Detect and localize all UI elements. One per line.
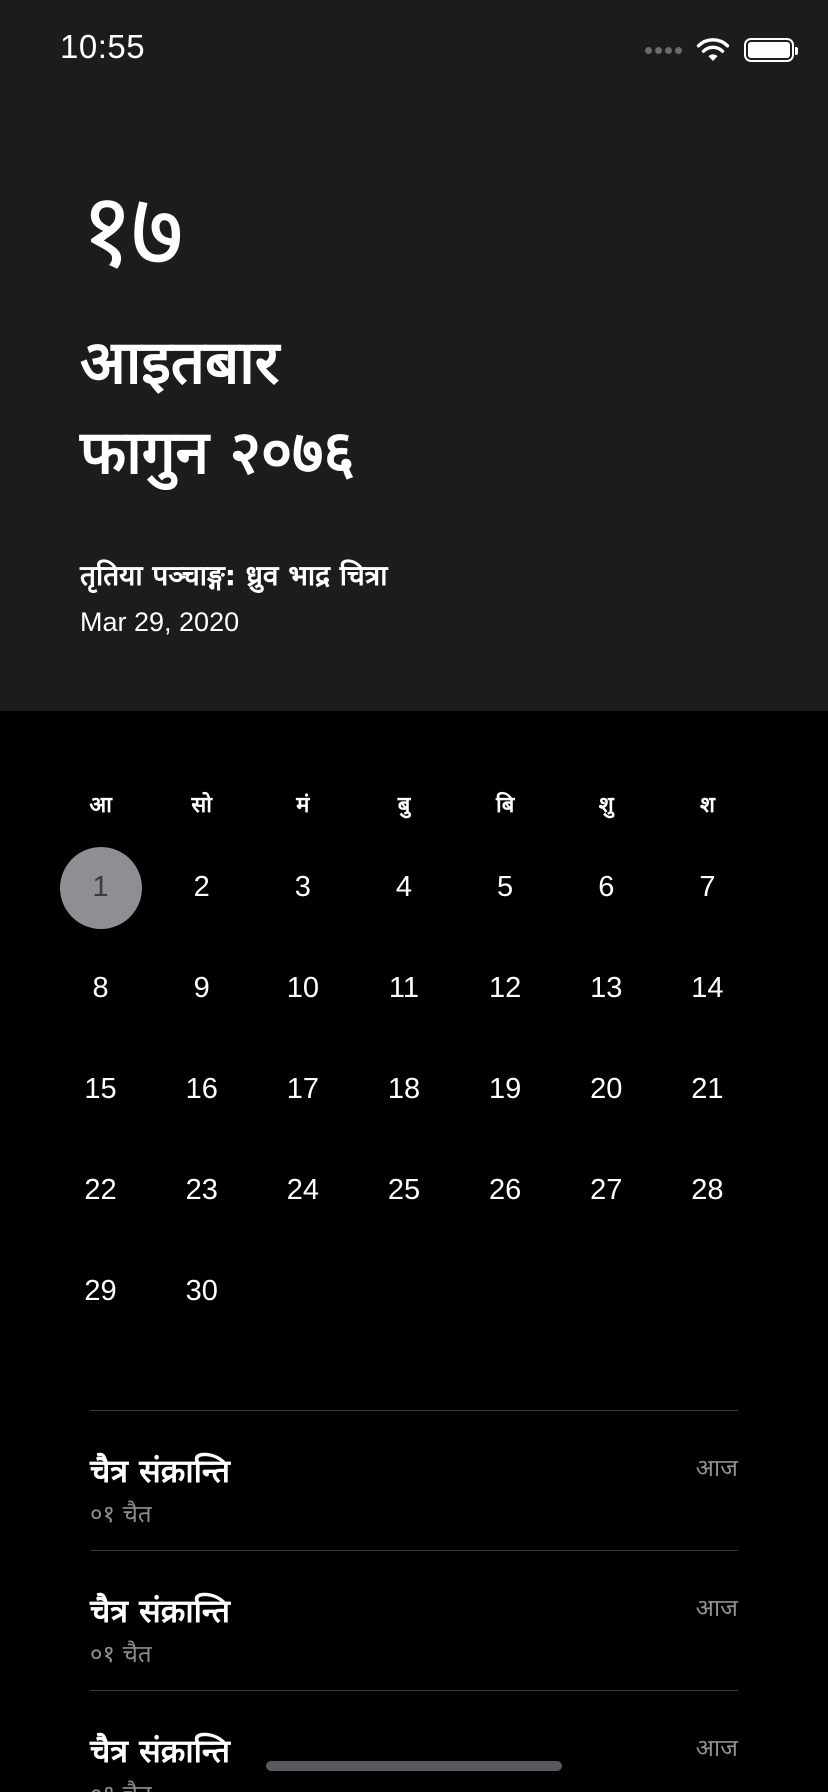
calendar-day[interactable]: 7 — [657, 837, 758, 938]
day-number: 1 — [59, 846, 142, 929]
day-number: 12 — [488, 972, 522, 1004]
day-number: 6 — [598, 871, 615, 903]
day-number: 8 — [92, 972, 109, 1004]
status-bar-icons — [645, 36, 798, 64]
event-title: चैत्र संक्रान्ति — [90, 1732, 231, 1770]
event-subtitle: ०१ चैत — [90, 1640, 152, 1668]
calendar-day[interactable]: 10 — [252, 938, 353, 1039]
month-year-title: फागुन २०७६ — [80, 418, 355, 488]
event-list-item[interactable]: चैत्र संक्रान्ति ०१ चैत आज — [90, 1690, 738, 1792]
calendar-day-selected[interactable]: 1 — [50, 837, 151, 938]
event-list-item[interactable]: चैत्र संक्रान्ति ०१ चैत आज — [90, 1410, 738, 1550]
calendar-day[interactable]: 22 — [50, 1140, 151, 1241]
calendar-day[interactable]: 6 — [556, 837, 657, 938]
day-number: 3 — [294, 871, 311, 903]
status-bar-time: 10:55 — [60, 28, 146, 65]
calendar-day[interactable]: 27 — [556, 1140, 657, 1241]
calendar-day[interactable]: 2 — [151, 837, 252, 938]
day-number: 26 — [488, 1174, 522, 1206]
event-today-tag: आज — [695, 1594, 738, 1622]
selected-weekday: आइतबार — [80, 328, 280, 398]
gregorian-date: Mar 29, 2020 — [80, 607, 240, 637]
day-number: 9 — [193, 972, 210, 1004]
day-number: 28 — [691, 1174, 724, 1206]
calendar-day[interactable]: 11 — [353, 938, 454, 1039]
calendar-day[interactable]: 25 — [353, 1140, 454, 1241]
app-screen: 10:55 १७ आइतबार फागुन २०७६ तृतिया पञ्चाङ… — [0, 0, 828, 1792]
calendar-day[interactable]: 3 — [252, 837, 353, 938]
day-number: 11 — [388, 972, 420, 1004]
weekday-label: बि — [496, 793, 515, 818]
calendar-day[interactable]: 13 — [556, 938, 657, 1039]
wifi-icon — [696, 38, 730, 61]
event-today-tag: आज — [695, 1734, 738, 1762]
weekday-label: मं — [296, 793, 310, 818]
day-number: 17 — [286, 1073, 319, 1105]
event-subtitle: ०१ चैत — [90, 1500, 152, 1528]
calendar-day[interactable]: 29 — [50, 1241, 151, 1342]
weekday-label: श — [699, 793, 715, 818]
panchang-info: तृतिया पञ्चाङ्ग: ध्रुव भाद्र चित्रा — [80, 559, 388, 592]
day-number: 16 — [185, 1073, 218, 1105]
day-number: 27 — [590, 1174, 623, 1206]
calendar-day[interactable]: 12 — [455, 938, 556, 1039]
day-number: 20 — [590, 1073, 623, 1105]
selected-day-number: १७ — [80, 169, 184, 291]
day-number: 25 — [387, 1174, 421, 1206]
calendar-day[interactable]: 19 — [455, 1039, 556, 1140]
month-calendar: आ सो मं बु बि शु श 1 2 3 4 5 6 7 8 9 10 11 12 13 14 15… — [50, 780, 758, 1342]
day-number: 14 — [691, 972, 724, 1004]
calendar-day[interactable]: 18 — [353, 1039, 454, 1140]
day-number: 21 — [691, 1073, 724, 1105]
weekday-label: आ — [89, 793, 112, 818]
day-number: 29 — [84, 1275, 117, 1307]
calendar-day[interactable]: 24 — [252, 1140, 353, 1241]
calendar-day[interactable]: 16 — [151, 1039, 252, 1140]
day-number: 22 — [84, 1174, 117, 1206]
day-number: 4 — [395, 871, 413, 903]
day-number: 5 — [497, 871, 514, 903]
calendar-day[interactable]: 14 — [657, 938, 758, 1039]
weekday-label: सो — [191, 793, 212, 818]
day-number: 18 — [387, 1073, 421, 1105]
calendar-day[interactable]: 4 — [353, 837, 454, 938]
day-number: 15 — [84, 1073, 117, 1105]
date-header-panel: 10:55 १७ आइतबार फागुन २०७६ तृतिया पञ्चाङ… — [0, 0, 828, 711]
day-number: 7 — [699, 871, 716, 903]
day-number: 19 — [488, 1073, 522, 1105]
day-number: 23 — [185, 1174, 218, 1206]
signal-icon — [645, 46, 682, 54]
weekday-label: शु — [598, 793, 614, 818]
weekday-label: बु — [397, 793, 411, 818]
event-title: चैत्र संक्रान्ति — [90, 1452, 231, 1490]
calendar-day[interactable]: 8 — [50, 938, 151, 1039]
home-indicator — [266, 1761, 562, 1771]
event-title: चैत्र संक्रान्ति — [90, 1592, 231, 1630]
calendar-day[interactable]: 5 — [455, 837, 556, 938]
calendar-day[interactable]: 30 — [151, 1241, 252, 1342]
calendar-day[interactable]: 26 — [455, 1140, 556, 1241]
event-list-item[interactable]: चैत्र संक्रान्ति ०१ चैत आज — [90, 1550, 738, 1690]
calendar-day[interactable]: 28 — [657, 1140, 758, 1241]
calendar-day[interactable]: 17 — [252, 1039, 353, 1140]
event-subtitle: ०१ चैत — [90, 1777, 152, 1792]
events-list: चैत्र संक्रान्ति ०१ चैत आज चैत्र संक्रान्ति… — [90, 1410, 738, 1792]
calendar-day[interactable]: 20 — [556, 1039, 657, 1140]
event-today-tag: आज — [695, 1454, 738, 1482]
day-number: 10 — [286, 972, 319, 1004]
weekday-header-row: आ सो मं बु बि शु श — [50, 780, 758, 832]
calendar-day[interactable]: 9 — [151, 938, 252, 1039]
calendar-day[interactable]: 23 — [151, 1140, 252, 1241]
calendar-day[interactable]: 15 — [50, 1039, 151, 1140]
day-number: 13 — [590, 972, 623, 1004]
day-number: 30 — [185, 1275, 218, 1307]
days-grid: 1 2 3 4 5 6 7 8 9 10 11 12 13 14 15 16 17 18 19 20 21 22 23 24 2… — [50, 837, 758, 1342]
calendar-day[interactable]: 21 — [657, 1039, 758, 1140]
battery-icon — [744, 38, 798, 62]
day-number: 24 — [286, 1174, 319, 1206]
day-number: 2 — [193, 871, 210, 903]
